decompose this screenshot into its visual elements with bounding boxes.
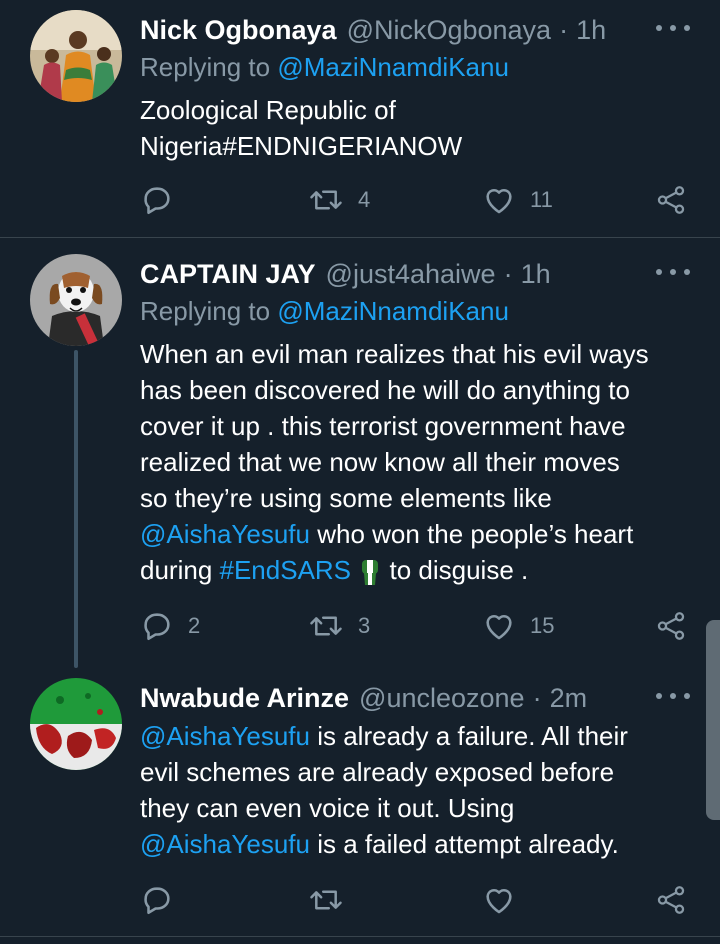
tweet-divider [0, 936, 720, 937]
tweet-nwabude-arinze[interactable]: Nwabude Arinze @uncleozone · 2m @AishaYe… [0, 678, 720, 928]
tweet-actions: 2 3 15 [0, 606, 720, 646]
replying-to-mention[interactable]: @MaziNnamdiKanu [277, 296, 509, 326]
tweet-text-line: @AishaYesufu who won the people’s heart [140, 516, 700, 552]
share-button[interactable] [654, 880, 688, 920]
like-button[interactable] [482, 880, 516, 920]
tweet-text-line: realized that we now know all their move… [140, 447, 620, 477]
replying-to-mention[interactable]: @MaziNnamdiKanu [277, 52, 509, 82]
separator: · [532, 682, 542, 713]
tweet-actions: 4 11 [0, 180, 720, 220]
tweet-header: Nick Ogbonaya @NickOgbonaya · 1h [140, 10, 606, 50]
scrollbar-thumb[interactable] [706, 620, 720, 820]
tweet-text-line: evil schemes are already exposed before [140, 757, 615, 787]
tweet-text-line: has been discovered he will do anything … [140, 375, 630, 405]
like-count: 15 [530, 613, 555, 638]
tweet-text-line: @AishaYesufu is a failed attempt already… [140, 826, 700, 862]
heart-icon [486, 188, 512, 214]
tweet-text-fragment: is already a failure. All their [310, 721, 628, 751]
hashtag-link[interactable]: #EndSARS [220, 555, 352, 585]
avatar[interactable] [30, 678, 122, 770]
heart-icon [486, 614, 512, 640]
retweet-icon [310, 616, 342, 636]
retweet-button[interactable]: 4 [308, 180, 370, 220]
timestamp[interactable]: 2m [550, 683, 588, 714]
raised-fist-emoji-icon [362, 560, 379, 586]
replying-prefix: Replying to [140, 296, 271, 326]
reply-button[interactable] [140, 180, 174, 220]
reply-button[interactable]: 2 [140, 606, 200, 646]
retweet-count: 3 [358, 613, 371, 638]
tweet-text-line: @AishaYesufu is already a failure. All t… [140, 718, 700, 754]
user-handle[interactable]: @just4ahaiwe [326, 259, 496, 290]
tweet-text-line: during #EndSARS to disguise . [140, 552, 700, 588]
tweet-text: When an evil man realizes that his evil … [140, 336, 700, 588]
avatar-image [30, 10, 122, 102]
avatar-image [30, 254, 122, 346]
timestamp[interactable]: 1h [521, 259, 551, 290]
display-name[interactable]: CAPTAIN JAY [140, 259, 316, 290]
retweet-count: 4 [358, 187, 371, 212]
tweet-divider [0, 237, 720, 238]
share-icon [657, 886, 685, 914]
tweet-text: Zoological Republic of Nigeria#ENDNIGERI… [140, 92, 700, 164]
share-icon [657, 612, 685, 640]
heart-icon [486, 888, 512, 914]
tweet-text-fragment: to disguise . [382, 555, 529, 585]
retweet-button[interactable] [308, 880, 344, 920]
mention-link[interactable]: @AishaYesufu [140, 721, 310, 751]
tweet-text-line: Nigeria#ENDNIGERIANOW [140, 131, 463, 161]
mention-link[interactable]: @AishaYesufu [140, 829, 310, 859]
replying-prefix: Replying to [140, 52, 271, 82]
user-handle[interactable]: @NickOgbonaya [347, 15, 552, 46]
user-handle[interactable]: @uncleozone [359, 683, 525, 714]
more-icon[interactable] [656, 262, 690, 282]
like-count: 11 [530, 187, 553, 212]
tweet-header: Nwabude Arinze @uncleozone · 2m [140, 678, 587, 718]
more-icon[interactable] [656, 18, 690, 38]
avatar[interactable] [30, 254, 122, 346]
tweet-header: CAPTAIN JAY @just4ahaiwe · 1h [140, 254, 551, 294]
timestamp[interactable]: 1h [576, 15, 606, 46]
replying-to: Replying to @MaziNnamdiKanu [140, 296, 509, 327]
share-button[interactable] [654, 606, 688, 646]
reply-button[interactable] [140, 880, 174, 920]
replying-to: Replying to @MaziNnamdiKanu [140, 52, 509, 83]
reply-icon [144, 887, 170, 915]
tweet-text: @AishaYesufu is already a failure. All t… [140, 718, 700, 862]
retweet-icon [310, 190, 342, 210]
like-button[interactable]: 11 [482, 180, 553, 220]
display-name[interactable]: Nick Ogbonaya [140, 15, 337, 46]
share-button[interactable] [654, 180, 688, 220]
retweet-button[interactable]: 3 [308, 606, 370, 646]
separator: · [503, 258, 513, 289]
tweet-captain-jay[interactable]: CAPTAIN JAY @just4ahaiwe · 1h Replying t… [0, 254, 720, 664]
reply-icon [144, 187, 170, 215]
retweet-icon [310, 890, 342, 910]
avatar[interactable] [30, 10, 122, 102]
tweet-text-fragment: is a failed attempt already. [310, 829, 619, 859]
tweet-text-line: they can even voice it out. Using [140, 793, 515, 823]
mention-link[interactable]: @AishaYesufu [140, 519, 310, 549]
tweet-text-line: Zoological Republic of [140, 95, 396, 125]
share-icon [657, 186, 685, 214]
avatar-image [30, 678, 122, 770]
display-name[interactable]: Nwabude Arinze [140, 683, 349, 714]
like-button[interactable]: 15 [482, 606, 554, 646]
more-icon[interactable] [656, 686, 690, 706]
tweet-text-line: When an evil man realizes that his evil … [140, 339, 649, 369]
reply-count: 2 [188, 613, 201, 638]
tweet-nick-ogbonaya[interactable]: Nick Ogbonaya @NickOgbonaya · 1h Replyin… [0, 10, 720, 238]
tweet-text-fragment: who won the people’s heart [310, 519, 634, 549]
reply-icon [144, 613, 170, 641]
tweet-text-fragment: during [140, 555, 220, 585]
tweet-text-line: so they’re using some elements like [140, 483, 552, 513]
separator: · [559, 14, 569, 45]
tweet-actions [0, 880, 720, 920]
tweet-text-line: cover it up . this terrorist government … [140, 411, 626, 441]
